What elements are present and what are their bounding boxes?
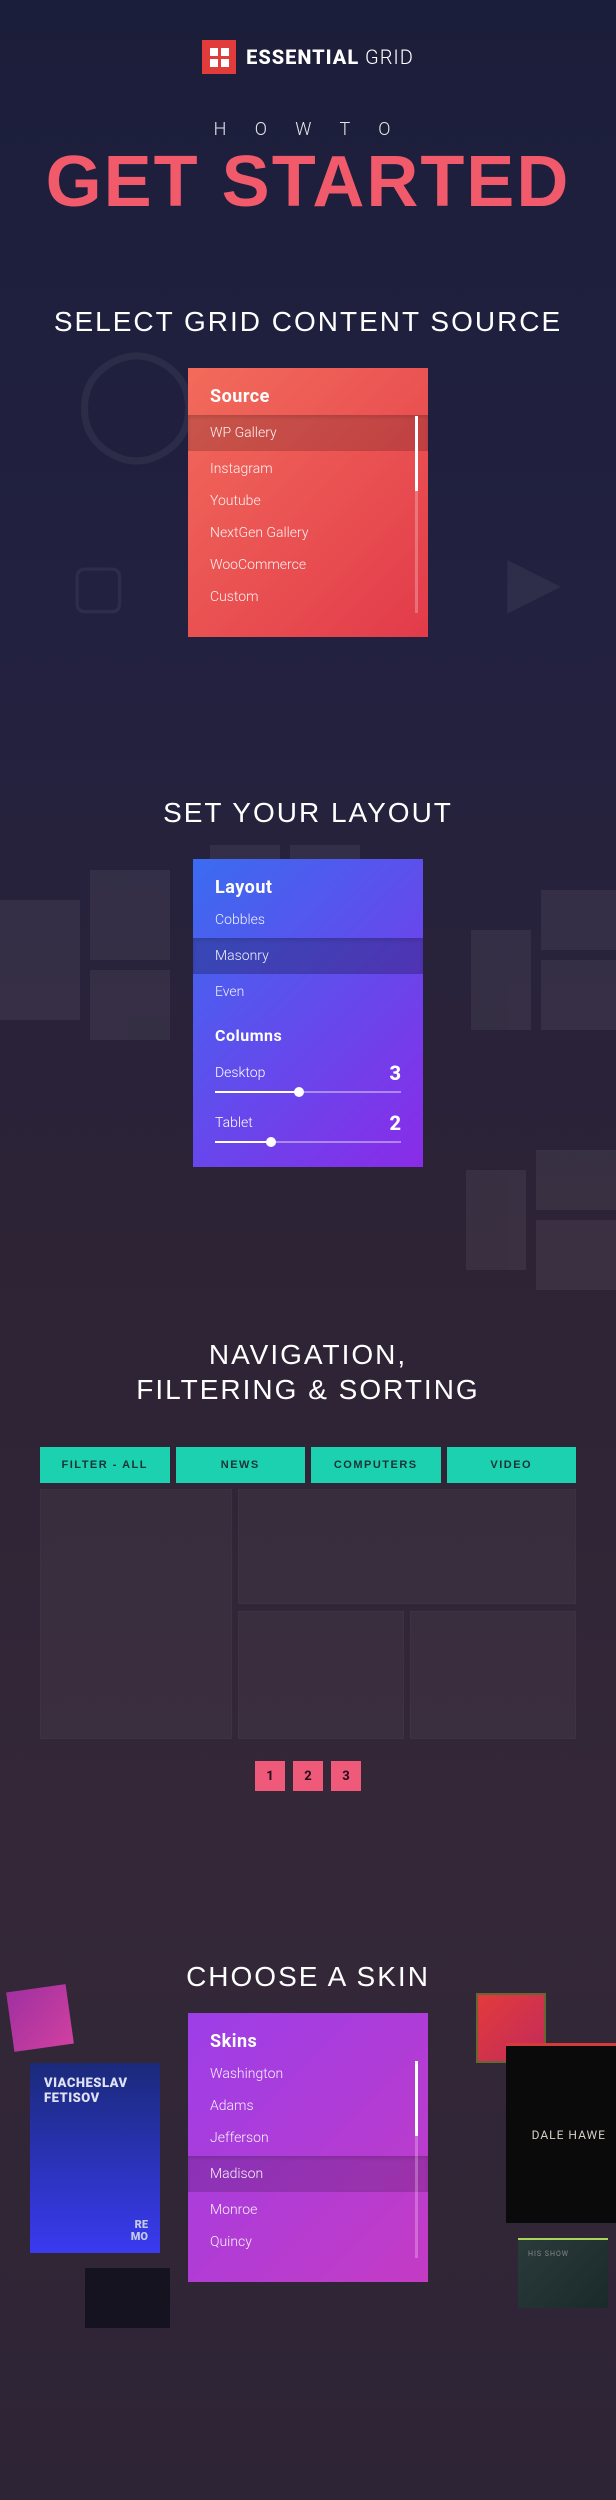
skin-preview-card-dale: DALE HAWE — [506, 2043, 616, 2223]
source-scrollbar[interactable] — [415, 416, 418, 613]
nav-grid — [0, 1483, 616, 1739]
filter-news[interactable]: NEWS — [176, 1447, 306, 1483]
section-title-skin: CHOOSE A SKIN — [0, 1961, 616, 1993]
slider-desktop-track[interactable] — [215, 1091, 401, 1093]
source-item-youtube[interactable]: Youtube — [210, 485, 406, 517]
page-2[interactable]: 2 — [293, 1761, 323, 1791]
filter-computers[interactable]: COMPUTERS — [311, 1447, 441, 1483]
nav-title-line1: NAVIGATION, — [209, 1339, 407, 1370]
skin-item-monroe[interactable]: Monroe — [210, 2194, 406, 2226]
source-item-wp-gallery[interactable]: WP Gallery — [188, 415, 428, 451]
source-panel: Source WP Gallery Instagram Youtube Next… — [188, 368, 428, 637]
skin-preview-card — [6, 1985, 74, 2053]
nav-title-line2: FILTERING & SORTING — [136, 1374, 479, 1405]
section-title-nav: NAVIGATION, FILTERING & SORTING — [0, 1337, 616, 1407]
slider-tablet-track[interactable] — [215, 1141, 401, 1143]
skin-item-jefferson[interactable]: Jefferson — [210, 2122, 406, 2154]
slider-desktop-value: 3 — [389, 1061, 401, 1085]
layout-panel: Layout Cobbles Masonry Even Columns Desk… — [193, 859, 423, 1167]
pager: 1 2 3 — [0, 1761, 616, 1791]
brand-bold: ESSENTIAL — [246, 45, 359, 69]
skin-panel: Skins Washington Adams Jefferson Madison… — [188, 2013, 428, 2282]
source-item-woocommerce[interactable]: WooCommerce — [210, 549, 406, 581]
hero-title: GET STARTED — [0, 148, 616, 216]
source-item-instagram[interactable]: Instagram — [210, 453, 406, 485]
nav-cell[interactable] — [40, 1489, 232, 1739]
nav-cell[interactable] — [410, 1611, 576, 1739]
wordpress-icon: ◯ — [75, 335, 198, 464]
layout-item-masonry[interactable]: Masonry — [193, 938, 423, 974]
skin-card-title: DALE HAWE — [532, 2128, 606, 2142]
layout-item-even[interactable]: Even — [215, 976, 401, 1008]
filter-video[interactable]: VIDEO — [447, 1447, 577, 1483]
filter-bar: FILTER - ALL NEWS COMPUTERS VIDEO — [0, 1447, 616, 1483]
hero-kicker: H O W T O — [0, 119, 616, 140]
skin-card-title: VIACHESLAV FETISOV — [44, 2077, 146, 2106]
section-title-source: SELECT GRID CONTENT SOURCE — [0, 306, 616, 338]
skin-item-washington[interactable]: Washington — [210, 2058, 406, 2090]
layout-item-cobbles[interactable]: Cobbles — [215, 904, 401, 936]
brand-logo: ESSENTIAL GRID — [0, 0, 616, 74]
slider-tablet[interactable]: Tablet 2 — [215, 1111, 401, 1135]
layout-panel-title: Layout — [215, 877, 401, 904]
columns-title: Columns — [215, 1026, 401, 1049]
skin-item-quincy[interactable]: Quincy — [210, 2226, 406, 2258]
skin-item-adams[interactable]: Adams — [210, 2090, 406, 2122]
source-item-custom[interactable]: Custom — [210, 581, 406, 613]
skin-panel-title: Skins — [210, 2031, 406, 2058]
skin-item-madison[interactable]: Madison — [188, 2156, 428, 2192]
grid-icon — [202, 40, 236, 74]
page-1[interactable]: 1 — [255, 1761, 285, 1791]
section-title-layout: SET YOUR LAYOUT — [0, 797, 616, 829]
instagram-icon: ▢ — [70, 550, 127, 621]
slider-desktop[interactable]: Desktop 3 — [215, 1061, 401, 1085]
source-item-nextgen[interactable]: NextGen Gallery — [210, 517, 406, 549]
skin-card-readmore: RE MO — [131, 2219, 148, 2243]
nav-cell[interactable] — [238, 1611, 404, 1739]
skin-preview-card — [518, 2238, 608, 2308]
filter-all[interactable]: FILTER - ALL — [40, 1447, 170, 1483]
slider-tablet-label: Tablet — [215, 1115, 253, 1131]
brand-name: ESSENTIAL GRID — [246, 45, 414, 69]
skin-preview-card-fetisov: VIACHESLAV FETISOV RE MO — [30, 2063, 160, 2253]
nav-cell[interactable] — [238, 1489, 576, 1604]
youtube-icon: ▶ — [507, 540, 561, 623]
source-panel-title: Source — [210, 386, 406, 413]
skin-scrollbar[interactable] — [415, 2061, 418, 2258]
slider-desktop-label: Desktop — [215, 1065, 265, 1081]
slider-tablet-value: 2 — [389, 1111, 401, 1135]
skin-preview-card — [85, 2268, 170, 2328]
page-3[interactable]: 3 — [331, 1761, 361, 1791]
brand-light: GRID — [359, 45, 414, 69]
